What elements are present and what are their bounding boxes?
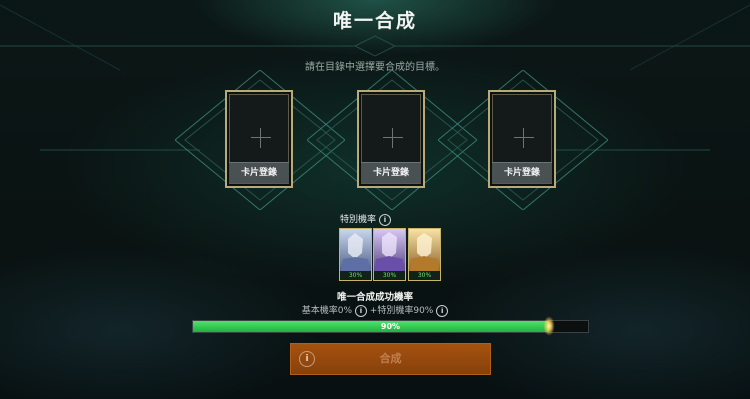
special-rate-section: 特別機率 i <box>340 212 420 226</box>
card-register-button[interactable]: 卡片登錄 <box>361 162 421 183</box>
success-rate-label: 唯一合成成功機率 <box>336 292 413 303</box>
plus-icon <box>514 128 534 148</box>
hero-rate: 30% <box>409 271 440 280</box>
base-rate-text: 基本機率0% <box>301 306 353 316</box>
info-icon[interactable]: i <box>354 304 367 317</box>
plus-icon <box>251 128 271 148</box>
hero-rate: 30% <box>340 271 371 280</box>
info-icon[interactable]: i <box>436 304 449 317</box>
plus-icon <box>383 128 403 148</box>
card-register-button[interactable]: 卡片登錄 <box>492 162 552 183</box>
card-slot-2[interactable]: 卡片登錄 <box>307 70 477 210</box>
fuse-button-label: 合成 <box>379 352 402 365</box>
success-rate-value: 90% <box>380 322 401 331</box>
fuse-button[interactable]: i 合成 <box>290 343 491 375</box>
hero-rate: 30% <box>374 271 405 280</box>
card-slot-1[interactable]: 卡片登錄 <box>175 70 345 210</box>
special-rate-label: 特別機率 <box>340 215 377 225</box>
rate-breakdown: 基本機率0% i +特別機率90% i <box>0 303 750 317</box>
special-rate-text: +特別機率90% <box>369 306 434 316</box>
info-icon[interactable]: i <box>378 213 391 226</box>
card-slot-3[interactable]: 卡片登錄 <box>438 70 608 210</box>
card-register-button[interactable]: 卡片登錄 <box>229 162 289 183</box>
hero-card-1[interactable]: 30% <box>339 228 372 281</box>
success-rate-bar: 90% <box>192 312 589 340</box>
hero-card-3[interactable]: 30% <box>408 228 441 281</box>
hero-card-2[interactable]: 30% <box>373 228 406 281</box>
page-title: 唯一合成 <box>332 10 417 32</box>
